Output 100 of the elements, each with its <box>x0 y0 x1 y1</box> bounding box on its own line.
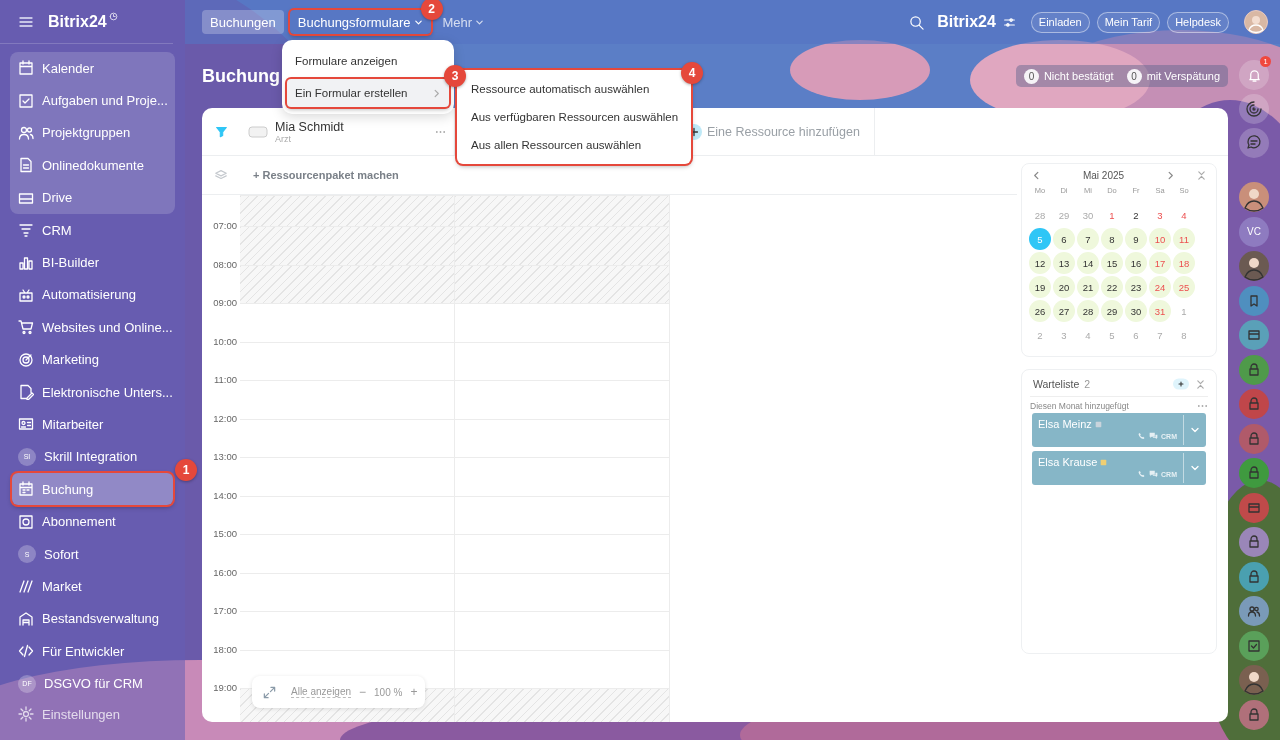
chevron-right-icon[interactable] <box>1166 171 1175 180</box>
menu-item[interactable]: Aus allen Ressourcen auswählen <box>457 131 691 159</box>
calendar-day[interactable]: 13 <box>1053 252 1075 274</box>
resource-name[interactable]: Mia Schmidt <box>275 119 428 134</box>
avatar[interactable] <box>1239 251 1269 281</box>
more-icon[interactable] <box>1197 404 1208 408</box>
nav-item[interactable]: Buchung <box>12 473 173 506</box>
calendar-day[interactable]: 4 <box>1077 324 1099 346</box>
spiral-icon[interactable] <box>1239 94 1269 124</box>
nav-item[interactable]: Onlinedokumente <box>12 149 173 182</box>
calendar-day[interactable]: 29 <box>1101 300 1123 322</box>
time-slot[interactable] <box>455 226 670 265</box>
chat-icon[interactable] <box>1149 470 1159 478</box>
nav-item[interactable]: Aufgaben und Proje... <box>12 84 173 117</box>
calendar-day[interactable]: 15 <box>1101 252 1123 274</box>
lock-icon[interactable] <box>1239 423 1269 454</box>
time-slot[interactable] <box>240 195 455 226</box>
calendar-day[interactable]: 29 <box>1053 204 1075 226</box>
add-button[interactable] <box>1173 378 1189 390</box>
calendar-day[interactable]: 20 <box>1053 276 1075 298</box>
toggle-icon[interactable] <box>248 125 268 138</box>
caret-icon[interactable] <box>1190 425 1200 435</box>
calendar-day[interactable]: 2 <box>1029 324 1051 346</box>
time-slot[interactable] <box>240 264 455 303</box>
chat-icon[interactable] <box>1149 432 1159 440</box>
settings-item[interactable]: Einstellungen <box>12 700 173 728</box>
nav-item[interactable]: BI-Builder <box>12 246 173 279</box>
lock-icon[interactable] <box>1239 527 1269 557</box>
calendar-day[interactable]: 14 <box>1077 252 1099 274</box>
calendar-day[interactable]: 8 <box>1101 228 1123 250</box>
calendar-day[interactable]: 16 <box>1125 252 1147 274</box>
calendar-day[interactable]: 3 <box>1149 204 1171 226</box>
card-icon[interactable] <box>1239 320 1269 350</box>
nav-item[interactable]: Elektronische Unters... <box>12 375 173 409</box>
calendar-day[interactable]: 25 <box>1173 276 1195 298</box>
calendar-day[interactable]: 5 <box>1101 324 1123 346</box>
calendar-day[interactable]: 31 <box>1149 300 1171 322</box>
calendar-day[interactable]: 23 <box>1125 276 1147 298</box>
calendar-day[interactable]: 6 <box>1053 228 1075 250</box>
calendar-day[interactable]: 6 <box>1125 324 1147 346</box>
chat-icon[interactable] <box>1239 128 1269 158</box>
header-button[interactable]: Einladen <box>1030 11 1090 33</box>
time-slot[interactable] <box>455 688 670 722</box>
calendar-day[interactable]: 17 <box>1149 252 1171 274</box>
lock-icon[interactable] <box>1239 389 1269 419</box>
calendar-day[interactable]: 1 <box>1173 300 1195 322</box>
checkbox-icon[interactable] <box>1239 630 1269 661</box>
time-slot[interactable] <box>455 195 670 226</box>
card-icon[interactable] <box>1239 492 1269 523</box>
filter-icon[interactable] <box>214 125 228 138</box>
calendar-day[interactable]: 28 <box>1077 300 1099 322</box>
lock-icon[interactable] <box>1239 458 1269 488</box>
calendar-day[interactable]: 28 <box>1029 204 1051 226</box>
calendar-day[interactable]: 8 <box>1173 324 1195 346</box>
header-button[interactable]: Helpdesk <box>1167 11 1229 33</box>
calendar-day[interactable]: 30 <box>1077 204 1099 226</box>
package-link[interactable]: + Ressourcenpaket machen <box>253 169 399 181</box>
calendar-day[interactable]: 12 <box>1029 252 1051 274</box>
calendar-day[interactable]: 22 <box>1101 276 1123 298</box>
phone-icon[interactable] <box>1137 432 1147 440</box>
nav-item[interactable]: Mitarbeiter <box>12 408 173 441</box>
calendar-day[interactable]: 19 <box>1029 276 1051 298</box>
nav-item[interactable]: Websites und Online... <box>12 311 173 344</box>
menu-item[interactable]: Aus verfügbaren Ressourcen auswählen <box>457 103 691 131</box>
avatar[interactable] <box>1239 182 1269 212</box>
calendar-day[interactable]: 21 <box>1077 276 1099 298</box>
calendar-day[interactable]: 11 <box>1173 228 1195 250</box>
chevron-left-icon[interactable] <box>1032 171 1041 180</box>
sliders-icon[interactable] <box>1002 15 1016 29</box>
zoom-in-button[interactable]: + <box>408 685 420 699</box>
nav-item[interactable]: Marketing <box>12 343 173 376</box>
show-all-link[interactable]: Alle anzeigen <box>291 686 352 698</box>
tab[interactable]: Buchungen <box>202 10 284 34</box>
avatar[interactable] <box>1239 665 1269 695</box>
add-resource-link[interactable]: Eine Ressource hinzufügen <box>707 124 860 139</box>
phone-icon[interactable] <box>1137 470 1147 478</box>
expand-icon[interactable] <box>262 684 277 700</box>
more-icon[interactable] <box>435 129 446 134</box>
zoom-out-button[interactable]: − <box>357 677 369 707</box>
counter-label[interactable]: mit Verspätung <box>1146 70 1220 82</box>
calendar-day[interactable]: 3 <box>1053 324 1075 346</box>
calendar-day[interactable]: 4 <box>1173 204 1195 226</box>
calendar-day[interactable]: 7 <box>1149 324 1171 346</box>
calendar-day[interactable]: 27 <box>1053 300 1075 322</box>
counter-label[interactable]: Nicht bestätigt <box>1043 70 1114 82</box>
time-slot[interactable] <box>240 303 455 342</box>
calendar-day[interactable]: 30 <box>1125 300 1147 322</box>
nav-item[interactable]: Bestandsverwaltung <box>12 602 173 636</box>
nav-item[interactable]: CRM <box>12 213 173 247</box>
nav-item[interactable]: Market <box>12 570 173 603</box>
header-button[interactable]: Mein Tarif <box>1096 11 1161 33</box>
nav-item[interactable]: Für Entwickler <box>12 635 173 668</box>
time-slot[interactable] <box>455 264 670 303</box>
people-icon[interactable] <box>1239 596 1269 626</box>
time-slot[interactable] <box>455 303 670 342</box>
time-slot[interactable] <box>455 649 670 688</box>
calendar-day[interactable]: 9 <box>1125 228 1147 250</box>
lock-icon[interactable] <box>1239 561 1269 592</box>
nav-item[interactable]: Kalender <box>12 52 173 85</box>
calendar-day[interactable]: 1 <box>1101 204 1123 226</box>
